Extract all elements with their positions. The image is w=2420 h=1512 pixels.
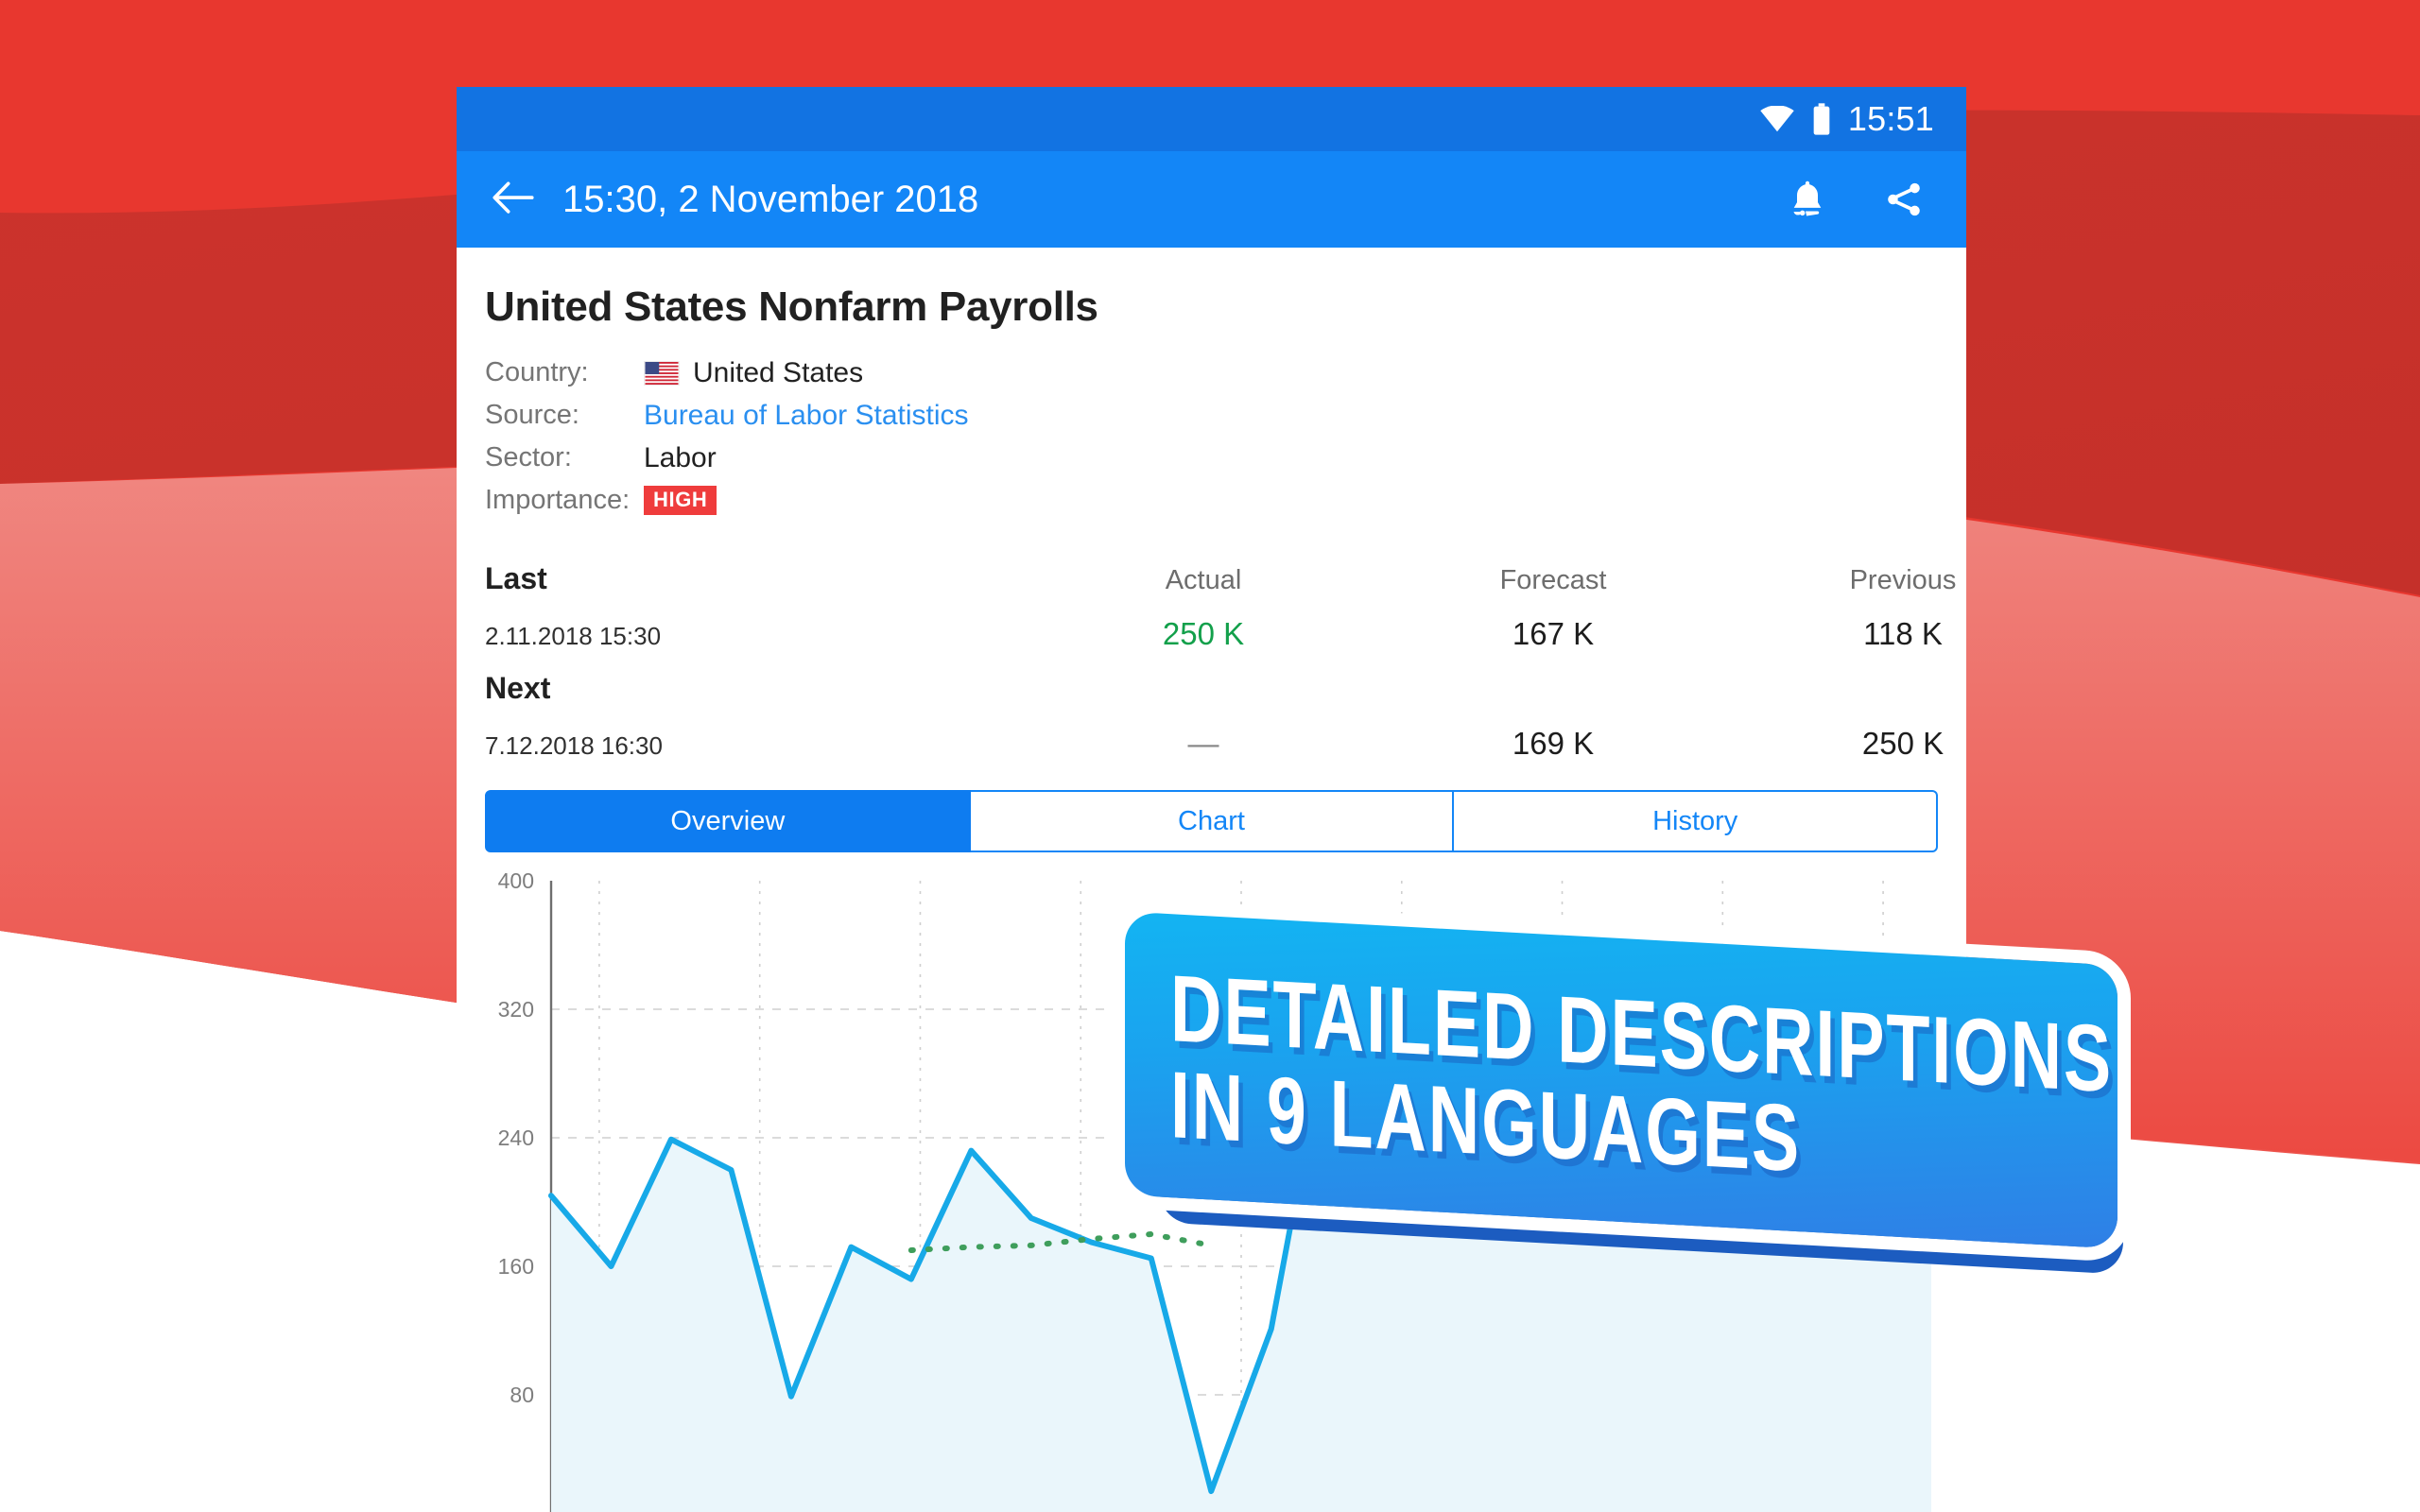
app-bar: 15:30, 2 November 2018	[457, 151, 1966, 248]
meta-label-sector: Sector:	[485, 442, 572, 472]
svg-text:320: 320	[498, 997, 534, 1022]
share-glyph	[1888, 182, 1920, 216]
table-header-row-last: Last Actual Forecast Previous	[485, 561, 1956, 596]
column-header-previous: Previous	[1849, 565, 1957, 595]
battery-icon	[1813, 103, 1830, 135]
sector-value: Labor	[644, 441, 717, 473]
table-row: 2.11.2018 15:30 250 K 167 K 118 K	[485, 616, 1943, 652]
cell-forecast-next: 169 K	[1512, 726, 1595, 761]
meta-row-sector: Sector: Labor	[485, 437, 1938, 479]
meta-row-source: Source: Bureau of Labor Statistics	[485, 394, 1938, 437]
row-date-next: 7.12.2018 16:30	[485, 731, 663, 760]
back-arrow-icon[interactable]	[485, 171, 542, 228]
page-title: United States Nonfarm Payrolls	[485, 284, 1098, 330]
screenshot-canvas: 15:51 15:30, 2 November 2018 United Stat…	[0, 0, 2420, 1512]
back-arrow-glyph	[493, 181, 534, 214]
tab-overview[interactable]: Overview	[485, 790, 971, 852]
cell-previous-next: 250 K	[1861, 726, 1945, 761]
cell-forecast-last: 167 K	[1512, 616, 1595, 651]
bell-icon[interactable]	[1777, 169, 1838, 230]
event-meta-list: Country: United States Source: Bureau of…	[485, 352, 1938, 522]
app-bar-title: 15:30, 2 November 2018	[562, 178, 979, 220]
svg-text:160: 160	[498, 1254, 534, 1279]
svg-text:80: 80	[510, 1383, 534, 1407]
meta-label-source: Source:	[485, 400, 579, 430]
section-heading-next: Next	[485, 671, 551, 705]
source-link[interactable]: Bureau of Labor Statistics	[644, 400, 969, 432]
wifi-icon	[1760, 106, 1794, 132]
row-date-last: 2.11.2018 15:30	[485, 622, 662, 650]
meta-label-country: Country:	[485, 357, 589, 387]
meta-value-country: United States	[644, 357, 863, 389]
phone-screen: 15:51 15:30, 2 November 2018 United Stat…	[457, 87, 1966, 1512]
us-flag-icon	[644, 360, 680, 386]
cell-previous-last: 118 K	[1863, 616, 1943, 651]
table-row: 7.12.2018 16:30 — 169 K 250 K	[485, 726, 1944, 762]
column-header-forecast: Forecast	[1499, 565, 1607, 595]
history-chart[interactable]: 08016024032040012.201604.201706.201709.2…	[485, 871, 1938, 1512]
tab-chart[interactable]: Chart	[970, 790, 1455, 852]
status-bar-time: 15:51	[1847, 99, 1934, 138]
meta-row-country: Country: United States	[485, 352, 1938, 394]
tab-bar: Overview Chart History	[485, 790, 1939, 852]
country-name: United States	[693, 356, 864, 388]
svg-text:240: 240	[498, 1125, 534, 1150]
meta-row-importance: Importance: HIGH	[485, 479, 1938, 522]
status-badge: HIGH	[644, 486, 717, 515]
tab-history[interactable]: History	[1454, 790, 1939, 852]
cell-actual-next: —	[1187, 726, 1219, 761]
table-header-row-next: Next	[485, 671, 1938, 706]
release-data-table: Last Actual Forecast Previous 2.11.2018 …	[485, 561, 1956, 762]
event-detail-content: United States Nonfarm Payrolls Country:	[457, 248, 1966, 1512]
cell-actual-last: 250 K	[1162, 616, 1245, 651]
chart-svg: 08016024032040012.201604.201706.201709.2…	[498, 871, 1934, 1512]
importance-value: HIGH	[644, 486, 717, 515]
svg-text:400: 400	[498, 871, 534, 893]
meta-label-importance: Importance:	[485, 485, 631, 515]
share-icon[interactable]	[1874, 169, 1934, 230]
section-heading-last: Last	[485, 561, 547, 595]
column-header-actual: Actual	[1165, 565, 1242, 595]
bell-glyph	[1793, 180, 1822, 216]
status-bar: 15:51	[457, 87, 1966, 151]
